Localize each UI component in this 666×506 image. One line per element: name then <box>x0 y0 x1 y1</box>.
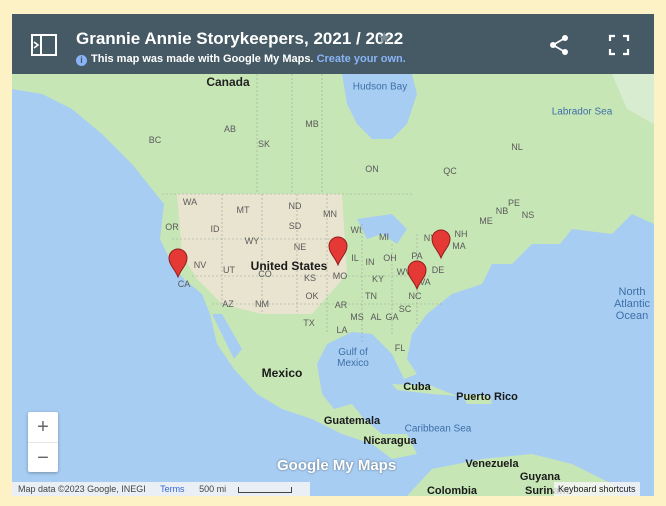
marker-pin-new-jersey[interactable] <box>431 229 451 259</box>
star-icon[interactable]: ★ <box>377 28 391 48</box>
map-header: Grannie Annie Storykeepers, 2021 / 2022 … <box>12 14 654 74</box>
zoom-out-button[interactable]: − <box>28 443 58 473</box>
label-colombia: Colombia <box>426 485 478 496</box>
label-mi: MI <box>379 232 389 242</box>
terms-link[interactable]: Terms <box>160 484 185 494</box>
label-mexico: Mexico <box>261 366 303 380</box>
label-gulf-of-mexico: Gulf of Mexico <box>333 347 373 369</box>
label-nicaragua: Nicaragua <box>363 435 417 447</box>
label-il: IL <box>351 253 359 263</box>
label-on: ON <box>365 164 379 174</box>
label-nd: ND <box>288 201 302 211</box>
label-nb: NB <box>495 206 509 216</box>
label-ns: NS <box>521 210 535 220</box>
label-mn: MN <box>323 209 337 219</box>
label-sd: SD <box>288 221 302 231</box>
label-in: IN <box>365 257 375 267</box>
label-mo: MO <box>332 271 348 281</box>
label-labrador-sea: Labrador Sea <box>551 106 613 118</box>
label-nv: NV <box>193 260 207 270</box>
label-ks: KS <box>303 273 317 283</box>
notice-text: This map was made with Google My Maps. <box>91 53 314 65</box>
label-az: AZ <box>222 299 234 309</box>
label-nc: NC <box>408 291 422 301</box>
label-al: AL <box>370 312 382 322</box>
label-tx: TX <box>303 318 315 328</box>
label-ne: NE <box>293 242 307 252</box>
scale-bar <box>238 486 293 493</box>
label-puerto-rico: Puerto Rico <box>456 391 518 403</box>
marker-pin-north-carolina[interactable] <box>407 260 427 290</box>
label-ky: KY <box>371 274 385 284</box>
label-wa: WA <box>182 197 198 207</box>
label-ma: MA <box>452 241 466 251</box>
scale-label: 500 mi <box>199 484 227 494</box>
label-nm: NM <box>255 299 269 309</box>
label-ga: GA <box>385 312 399 322</box>
label-cuba: Cuba <box>403 381 431 393</box>
map-frame[interactable]: Canada Hudson Bay Labrador Sea United St… <box>12 14 654 496</box>
map-data-text: Map data ©2023 Google, INEGI <box>18 484 146 494</box>
zoom-controls: + − <box>28 412 58 472</box>
label-canada: Canada <box>206 75 250 89</box>
label-hudson-bay: Hudson Bay <box>352 81 408 93</box>
label-ca: CA <box>177 279 191 289</box>
atlantic-text: North Atlantic Ocean <box>613 286 651 322</box>
label-co: CO <box>258 269 272 279</box>
info-icon: i <box>76 55 87 66</box>
label-wi: WI <box>350 225 362 235</box>
label-ut: UT <box>223 265 235 275</box>
made-with-notice: i This map was made with Google My Maps. … <box>76 53 406 66</box>
marker-pin-missouri[interactable] <box>328 236 348 266</box>
label-me: ME <box>479 216 493 226</box>
map-title: Grannie Annie Storykeepers, 2021 / 2022 <box>76 29 404 48</box>
label-nh: NH <box>454 229 468 239</box>
marker-pin-california[interactable] <box>168 248 188 278</box>
label-id: ID <box>210 224 220 234</box>
label-caribbean-sea: Caribbean Sea <box>404 423 472 435</box>
keyboard-shortcuts-button[interactable]: Keyboard shortcuts <box>554 482 640 496</box>
label-nl: NL <box>511 142 523 152</box>
create-your-own-link[interactable]: Create your own. <box>317 53 406 65</box>
gulf-text: Gulf of Mexico <box>337 347 369 369</box>
label-sk: SK <box>257 139 271 149</box>
label-ms: MS <box>350 312 364 322</box>
label-la: LA <box>336 325 348 335</box>
label-ok: OK <box>305 291 319 301</box>
google-my-maps-logo: Google My Maps <box>277 457 397 474</box>
map-attribution: Map data ©2023 Google, INEGI Terms 500 m… <box>12 482 311 496</box>
label-tn: TN <box>365 291 377 301</box>
label-de: DE <box>431 265 445 275</box>
label-guatemala: Guatemala <box>323 415 381 427</box>
label-atlantic: North Atlantic Ocean <box>611 286 653 322</box>
label-ab: AB <box>223 124 237 134</box>
label-sc: SC <box>398 304 412 314</box>
fullscreen-icon[interactable] <box>608 34 630 56</box>
label-mb: MB <box>305 119 319 129</box>
open-panel-icon[interactable] <box>30 32 58 58</box>
label-bc: BC <box>148 135 162 145</box>
label-ar: AR <box>334 300 348 310</box>
label-venezuela: Venezuela <box>465 458 519 470</box>
zoom-in-button[interactable]: + <box>28 412 58 443</box>
label-wy: WY <box>244 236 260 246</box>
label-pe: PE <box>507 198 521 208</box>
share-icon[interactable] <box>548 34 570 56</box>
label-oh: OH <box>383 253 397 263</box>
label-or: OR <box>165 222 179 232</box>
label-mt: MT <box>236 205 250 215</box>
label-qc: QC <box>443 166 457 176</box>
label-fl: FL <box>394 343 406 353</box>
